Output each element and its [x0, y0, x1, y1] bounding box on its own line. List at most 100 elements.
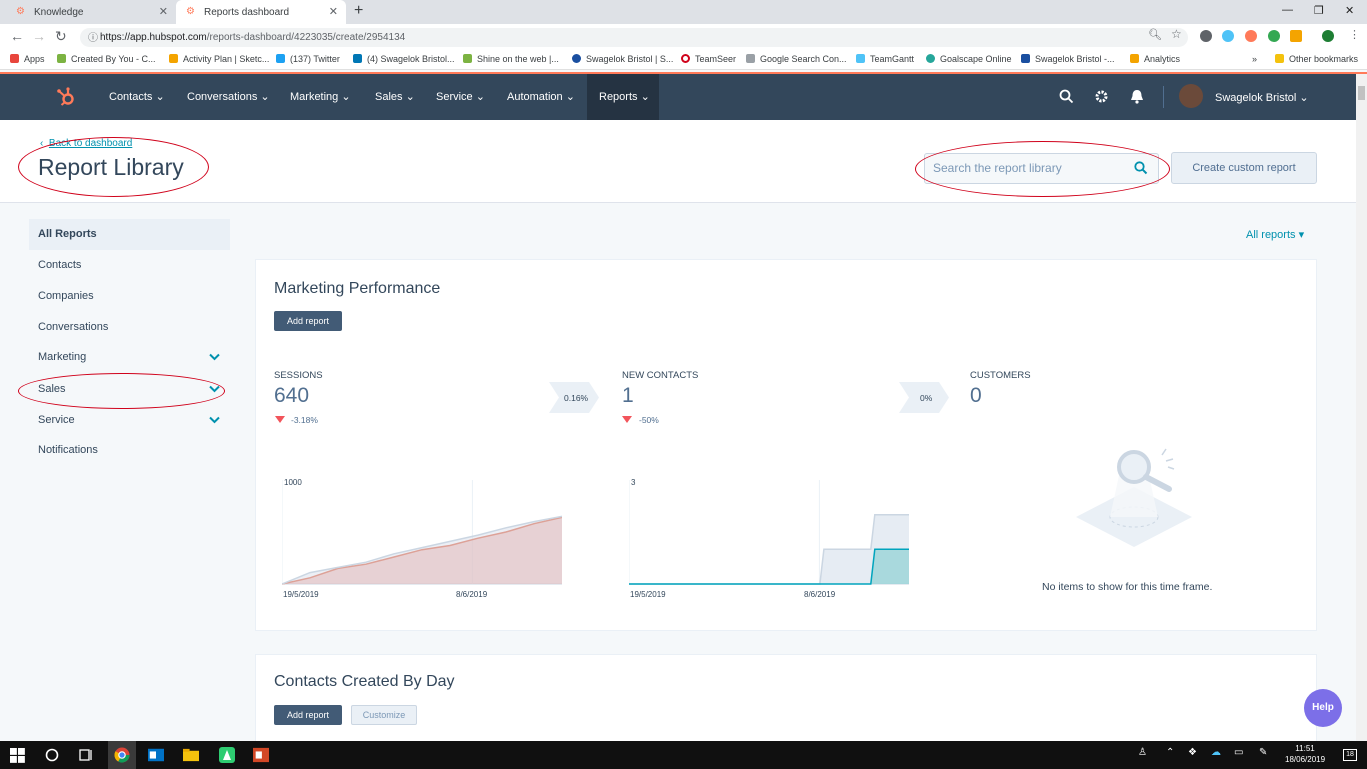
- account-menu[interactable]: Swagelok Bristol ⌄: [1215, 91, 1309, 104]
- bookmark-item[interactable]: TeamGantt: [856, 54, 914, 64]
- nav-reports[interactable]: Reports ⌄: [587, 74, 659, 120]
- dropbox-icon[interactable]: ❖: [1188, 747, 1197, 758]
- annotation-oval: [18, 137, 209, 197]
- chrome-icon[interactable]: [114, 747, 130, 763]
- nav-service[interactable]: Service ⌄: [436, 74, 485, 120]
- tab-reports-dashboard[interactable]: ⚙ Reports dashboard ✕: [176, 0, 346, 24]
- notification-badge[interactable]: 18: [1343, 749, 1357, 761]
- hubspot-nav: Contacts ⌄ Conversations ⌄ Marketing ⌄ S…: [0, 74, 1356, 120]
- bookmark-item[interactable]: Goalscape Online: [926, 54, 1012, 64]
- chevron-down-icon: ⌄: [565, 91, 575, 103]
- nav-automation[interactable]: Automation ⌄: [507, 74, 575, 120]
- card-title: Marketing Performance: [274, 280, 441, 297]
- minimize-icon[interactable]: —: [1282, 4, 1293, 16]
- tray-expand-icon[interactable]: ⌃: [1166, 747, 1174, 758]
- url-host: https://app.hubspot.com: [100, 32, 207, 43]
- tab-knowledge[interactable]: ⚙ Knowledge ✕: [6, 0, 176, 24]
- profile-icon[interactable]: [1322, 30, 1334, 42]
- sidebar-item-marketing[interactable]: Marketing: [29, 342, 230, 373]
- y-tick-label: 3: [631, 478, 636, 487]
- bookmark-item[interactable]: Created By You - C...: [57, 54, 156, 64]
- nav-conversations[interactable]: Conversations ⌄: [187, 74, 270, 120]
- close-window-icon[interactable]: ✕: [1345, 4, 1354, 17]
- bookmark-icon: [57, 54, 66, 63]
- sidebar-item-contacts[interactable]: Contacts: [29, 250, 230, 281]
- hubspot-logo-icon[interactable]: [56, 87, 76, 107]
- nav-marketing[interactable]: Marketing ⌄: [290, 74, 351, 120]
- bookmark-other[interactable]: Other bookmarks: [1275, 54, 1358, 64]
- close-tab-icon[interactable]: ✕: [329, 5, 338, 18]
- sidebar-item-service[interactable]: Service: [29, 405, 230, 436]
- hubspot-extension-icon[interactable]: [1245, 30, 1257, 42]
- create-custom-report-button[interactable]: Create custom report: [1171, 152, 1317, 184]
- nav-sales[interactable]: Sales ⌄: [375, 74, 415, 120]
- restore-icon[interactable]: ❐: [1314, 4, 1324, 17]
- page-scrollbar[interactable]: [1356, 74, 1367, 741]
- bookmark-item[interactable]: Swagelok Bristol -...: [1021, 54, 1115, 64]
- url-path: /reports-dashboard/4223035/create/295413…: [206, 32, 406, 43]
- bookmark-extension-icon[interactable]: [1290, 30, 1302, 42]
- add-report-button[interactable]: Add report: [274, 311, 342, 331]
- kpi-change-sessions: -3.18%: [291, 415, 318, 425]
- back-icon[interactable]: ←: [10, 28, 24, 44]
- task-view-icon[interactable]: [78, 747, 94, 763]
- chevron-down-icon: ⌄: [341, 91, 351, 103]
- bookmark-item[interactable]: Google Search Con...: [746, 54, 847, 64]
- customize-button[interactable]: Customize: [351, 705, 417, 725]
- kpi-value-sessions: 640: [274, 384, 310, 407]
- nav-contacts[interactable]: Contacts ⌄: [109, 74, 165, 120]
- all-reports-filter[interactable]: All reports ▾: [1246, 228, 1304, 241]
- app-icon[interactable]: [219, 747, 235, 763]
- bookmark-item[interactable]: Swagelok Bristol | S...: [572, 54, 673, 64]
- bookmarks-overflow[interactable]: »: [1252, 54, 1257, 64]
- bookmark-item[interactable]: Analytics: [1130, 54, 1180, 64]
- close-tab-icon[interactable]: ✕: [159, 5, 168, 18]
- gear-icon[interactable]: [1094, 89, 1109, 104]
- menu-icon[interactable]: ⋮: [1349, 28, 1360, 41]
- bookmark-star-icon[interactable]: ☆: [1171, 27, 1182, 41]
- bookmark-apps[interactable]: Apps: [10, 54, 45, 64]
- windows-start-icon[interactable]: [10, 748, 26, 764]
- empty-state-illustration: [1076, 448, 1192, 547]
- bell-icon[interactable]: [1130, 89, 1144, 104]
- cloud-extension-icon[interactable]: [1222, 30, 1234, 42]
- chevron-down-icon: ⌄: [475, 91, 485, 103]
- info-icon[interactable]: ⓘ: [88, 29, 98, 44]
- pen-icon[interactable]: ✎: [1259, 747, 1267, 758]
- file-explorer-icon[interactable]: [183, 747, 199, 763]
- zoom-icon[interactable]: 🔍︎: [1148, 28, 1162, 41]
- scrollbar-thumb[interactable]: [1358, 86, 1365, 100]
- sidebar-item-companies[interactable]: Companies: [29, 281, 230, 312]
- analytics-icon: [1130, 54, 1139, 63]
- new-tab-icon[interactable]: +: [354, 2, 363, 20]
- powerpoint-icon[interactable]: [253, 747, 269, 763]
- add-report-button[interactable]: Add report: [274, 705, 342, 725]
- down-arrow-icon: [622, 416, 632, 423]
- reload-icon[interactable]: ↻: [55, 28, 67, 45]
- bookmark-item[interactable]: Shine on the web |...: [463, 54, 559, 64]
- chevron-down-icon[interactable]: [209, 416, 220, 424]
- avatar[interactable]: [1179, 84, 1203, 108]
- bookmark-item[interactable]: Activity Plan | Sketc...: [169, 54, 269, 64]
- help-button[interactable]: Help: [1304, 689, 1342, 727]
- outlook-icon[interactable]: [148, 747, 164, 763]
- onedrive-icon[interactable]: ☁: [1211, 747, 1221, 758]
- bookmark-item[interactable]: (137) Twitter: [276, 54, 340, 64]
- search-icon[interactable]: [1059, 89, 1074, 104]
- extension-icon[interactable]: [1200, 30, 1212, 42]
- bookmark-item[interactable]: (4) Swagelok Bristol...: [353, 54, 455, 64]
- x-tick-label: 8/6/2019: [804, 590, 836, 599]
- chevron-down-icon[interactable]: [209, 353, 220, 361]
- sidebar-item-conversations[interactable]: Conversations: [29, 312, 230, 343]
- sidebar-item-notifications[interactable]: Notifications: [29, 435, 230, 466]
- grammarly-extension-icon[interactable]: [1268, 30, 1280, 42]
- people-icon[interactable]: ♙: [1138, 747, 1147, 758]
- chevron-down-icon: ⌄: [405, 91, 415, 103]
- url-field[interactable]: https://app.hubspot.com/reports-dashboar…: [80, 28, 1188, 47]
- search-icon[interactable]: [44, 747, 60, 763]
- battery-icon[interactable]: ▭: [1234, 747, 1243, 758]
- taskbar-clock[interactable]: 11:51 18/06/2019: [1285, 743, 1325, 765]
- bookmark-item[interactable]: TeamSeer: [681, 54, 736, 64]
- forward-icon[interactable]: →: [32, 28, 46, 44]
- sidebar-item-all-reports[interactable]: All Reports: [29, 219, 230, 250]
